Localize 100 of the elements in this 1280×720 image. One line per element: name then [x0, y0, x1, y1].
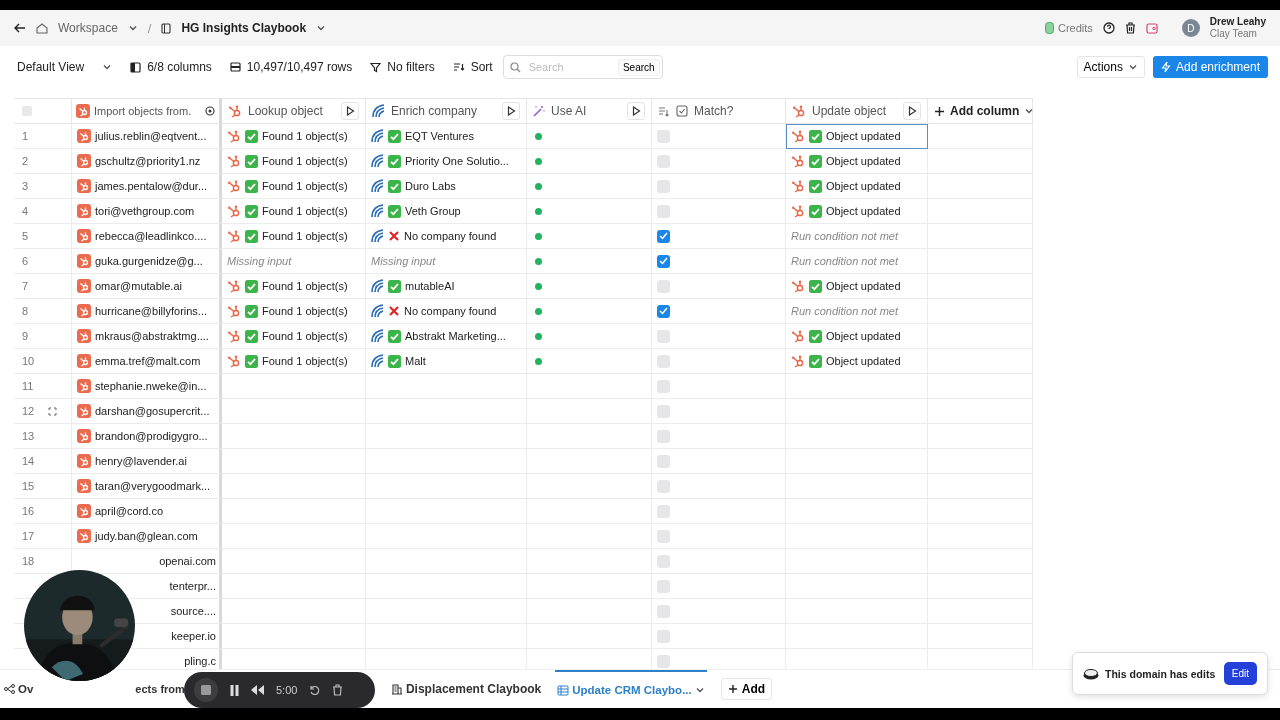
breadcrumb-link[interactable]: HG Insights Claybook [181, 21, 307, 35]
sprocket-icon [77, 179, 91, 193]
rewind-icon[interactable] [251, 685, 264, 695]
sheet-tab[interactable]: ects from [135, 683, 185, 695]
match-checkbox[interactable] [657, 229, 670, 243]
match-checkbox[interactable] [657, 654, 670, 668]
match-checkbox[interactable] [657, 629, 670, 643]
column-header[interactable]: Enrich company [366, 98, 527, 124]
sprocket-icon [227, 329, 241, 343]
sheet-tab[interactable]: Displacement Claybook [390, 682, 542, 696]
check-icon [388, 204, 401, 218]
match-checkbox[interactable] [657, 529, 670, 543]
table-cell[interactable]: Object updated [786, 149, 928, 174]
table-cell[interactable]: Run condition not met [786, 224, 928, 249]
status-text: Run condition not met [791, 230, 898, 242]
match-checkbox[interactable] [657, 279, 670, 293]
rows-button[interactable]: 10,497/10,497 rows [229, 60, 353, 74]
help-icon[interactable] [1102, 22, 1115, 34]
search-field[interactable]: Search Search [502, 55, 663, 79]
match-checkbox[interactable] [657, 404, 670, 418]
match-checkbox[interactable] [657, 429, 670, 443]
actions-button[interactable]: Actions [1076, 56, 1145, 78]
sprocket-icon [791, 129, 805, 143]
result-text: Found 1 object(s) [262, 155, 348, 167]
column-header[interactable]: Import objects from. [72, 98, 222, 124]
match-checkbox[interactable] [657, 304, 670, 318]
check-icon [659, 307, 668, 315]
match-checkbox[interactable] [657, 254, 670, 268]
match-checkbox[interactable] [657, 154, 670, 168]
match-checkbox[interactable] [657, 379, 670, 393]
sprocket-icon [77, 479, 91, 493]
sprocket-icon [227, 179, 241, 193]
columns-button[interactable]: 6/8 columns [130, 60, 212, 74]
match-checkbox[interactable] [657, 554, 670, 568]
edit-button[interactable]: Edit [1223, 662, 1257, 685]
trash-icon[interactable] [332, 684, 344, 696]
expand-icon[interactable] [48, 406, 58, 416]
match-checkbox[interactable] [657, 579, 670, 593]
match-checkbox[interactable] [657, 204, 670, 218]
row-number: 10 [22, 355, 35, 367]
check-icon [809, 354, 822, 368]
table-cell[interactable]: Object updated [786, 174, 928, 199]
add-enrichment-button[interactable]: Add enrichment [1152, 56, 1268, 78]
table-cell[interactable]: Object updated [786, 349, 928, 374]
pause-icon[interactable] [230, 684, 239, 696]
sheet-tab[interactable]: Ov [4, 683, 34, 695]
match-checkbox[interactable] [657, 479, 670, 493]
check-icon [809, 204, 822, 218]
column-header[interactable]: Match? [652, 98, 786, 124]
result-text: Object updated [826, 330, 901, 342]
run-button[interactable] [502, 102, 520, 120]
breadcrumb-link[interactable]: Workspace [58, 21, 118, 35]
table-cell[interactable]: Object updated [786, 324, 928, 349]
stop-button[interactable] [194, 678, 218, 702]
match-checkbox[interactable] [657, 329, 670, 343]
table-cell[interactable]: Object updated [786, 199, 928, 224]
column-header[interactable]: Lookup object [222, 98, 366, 124]
result-text: Found 1 object(s) [262, 230, 348, 242]
result-text: No company found [404, 230, 497, 242]
back-arrow-icon[interactable] [14, 23, 26, 33]
plus-icon [727, 684, 738, 694]
table-cell[interactable]: Object updated [786, 274, 928, 299]
row-number: 9 [22, 330, 29, 342]
user-avatar[interactable]: D [1181, 19, 1200, 37]
result-text: Veth Group [405, 205, 461, 217]
selected-cell[interactable]: Object updated [786, 124, 928, 149]
email-text: emma.tref@malt.com [95, 355, 201, 367]
restart-icon[interactable] [309, 684, 321, 696]
row-number: 12 [22, 405, 35, 417]
filter-button[interactable]: No filters [370, 60, 435, 74]
email-text: darshan@gosupercrit... [95, 405, 210, 417]
run-button[interactable] [903, 102, 921, 120]
add-tab-button[interactable]: Add [720, 678, 773, 700]
sort-button[interactable]: Sort [452, 60, 493, 74]
match-checkbox[interactable] [657, 454, 670, 468]
row-number: 4 [22, 205, 29, 217]
match-checkbox[interactable] [657, 354, 670, 368]
email-text: tori@vethgroup.com [95, 205, 195, 217]
match-checkbox[interactable] [657, 179, 670, 193]
status-text: Run condition not met [791, 305, 898, 317]
wallet-icon[interactable] [1145, 22, 1158, 34]
trash-icon[interactable] [1124, 22, 1136, 34]
match-checkbox[interactable] [657, 504, 670, 518]
view-selector[interactable]: Default View [17, 60, 113, 74]
run-button[interactable] [341, 102, 359, 120]
match-checkbox[interactable] [657, 129, 670, 143]
result-text: Found 1 object(s) [262, 305, 348, 317]
run-button[interactable] [627, 102, 645, 120]
check-icon [245, 204, 258, 218]
table-cell[interactable]: Run condition not met [786, 299, 928, 324]
sprocket-icon [791, 204, 805, 218]
credits-label[interactable]: Credits [1058, 22, 1093, 34]
column-header[interactable]: Use AI [527, 98, 652, 124]
table-cell[interactable]: Run condition not met [786, 249, 928, 274]
row-number: 14 [22, 455, 35, 467]
search-button[interactable]: Search [617, 58, 660, 76]
column-header[interactable]: Update object [786, 98, 928, 124]
sort-icon [452, 62, 465, 72]
result-text: Object updated [826, 180, 901, 192]
match-checkbox[interactable] [657, 604, 670, 618]
